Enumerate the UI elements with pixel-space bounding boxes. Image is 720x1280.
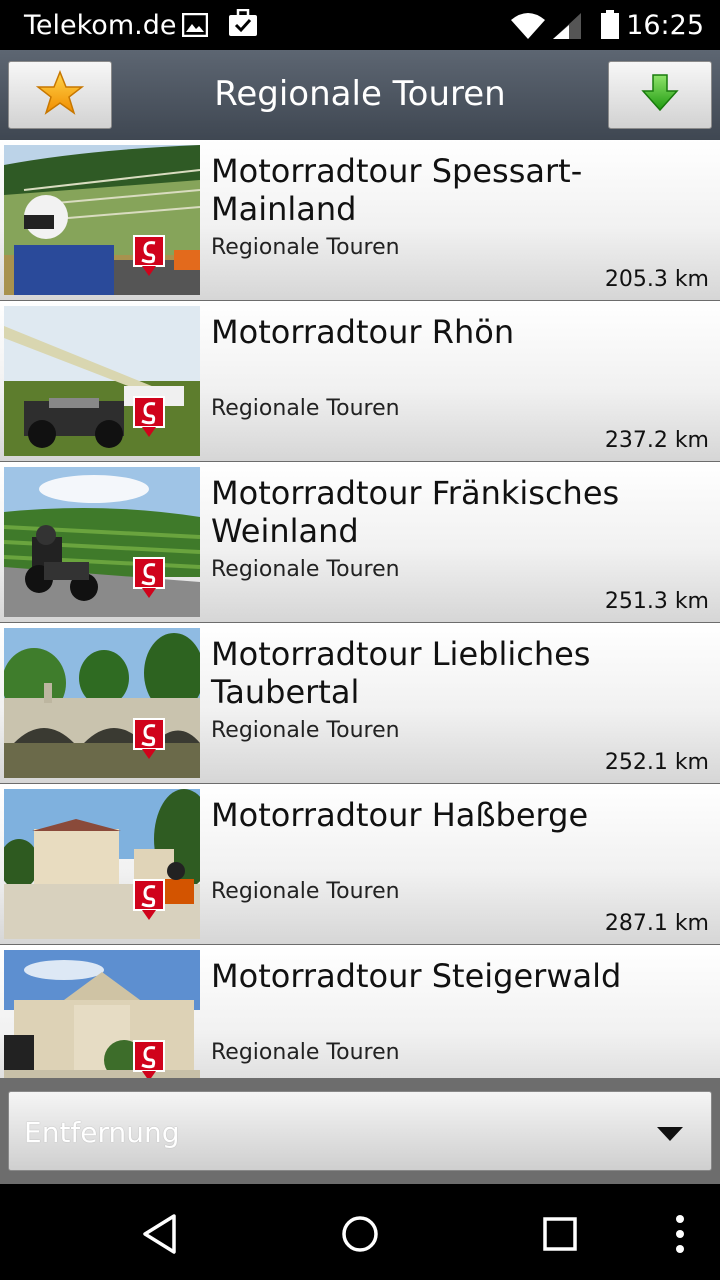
tour-list[interactable]: Motorradtour Spessart-Mainland Regionale… [0,140,720,1078]
tour-logo-icon [133,718,165,760]
tour-category: Regionale Touren [211,718,400,743]
tour-list-item[interactable]: Motorradtour Steigerwald Regionale Toure… [0,945,720,1078]
tour-category: Regionale Touren [211,235,400,260]
battery-icon [600,10,620,45]
clock: 16:25 [626,10,704,41]
tour-distance: 237.2 km [604,428,709,453]
tour-list-item[interactable]: Motorradtour Rhön Regionale Touren 237.2… [0,301,720,462]
download-button[interactable] [608,61,712,129]
carrier-name: Telekom.de [24,10,177,41]
tour-distance: 205.3 km [604,267,709,292]
tour-title: Motorradtour Rhön [211,313,515,351]
wifi-icon [510,12,546,45]
tour-category: Regionale Touren [211,879,400,904]
tour-title: Motorradtour Spessart-Mainland [211,152,583,228]
dropdown-caret-icon [657,1127,683,1141]
tour-thumbnail [4,467,200,617]
tour-distance: 287.1 km [604,911,709,936]
tour-list-item[interactable]: Motorradtour Liebliches Taubertal Region… [0,623,720,784]
tour-thumbnail [4,306,200,456]
tour-thumbnail [4,789,200,939]
home-icon[interactable] [336,1210,384,1258]
tour-list-item[interactable]: Motorradtour Spessart-Mainland Regionale… [0,140,720,301]
briefcase-check-icon [228,8,258,42]
tour-title: Motorradtour Fränkisches Weinland [211,474,620,550]
action-bar: Regionale Touren [0,50,720,140]
overflow-menu-icon[interactable] [656,1210,704,1258]
tour-distance: 252.1 km [604,750,709,775]
system-nav-bar [0,1184,720,1280]
tour-list-item[interactable]: Motorradtour Fränkisches Weinland Region… [0,462,720,623]
tour-category: Regionale Touren [211,557,400,582]
tour-logo-icon [133,879,165,921]
status-bar: Telekom.de 16:25 [0,0,720,50]
tour-logo-icon [133,557,165,599]
tour-list-item[interactable]: Motorradtour Haßberge Regionale Touren 2… [0,784,720,945]
tour-logo-icon [133,235,165,277]
sort-selected-value: Entfernung [24,1116,180,1149]
tour-logo-icon [133,396,165,438]
tour-title: Motorradtour Steigerwald [211,957,622,995]
tour-thumbnail [4,628,200,778]
tour-category: Regionale Touren [211,1040,400,1065]
tour-category: Regionale Touren [211,396,400,421]
recents-icon[interactable] [536,1210,584,1258]
signal-icon [552,12,582,45]
tour-title: Motorradtour Liebliches Taubertal [211,635,591,711]
tour-distance: 251.3 km [604,589,709,614]
back-icon[interactable] [136,1210,184,1258]
download-arrow-icon [640,73,680,118]
tour-thumbnail [4,145,200,295]
tour-title: Motorradtour Haßberge [211,796,589,834]
image-icon [181,12,209,42]
tour-logo-icon [133,1040,165,1078]
tour-thumbnail [4,950,200,1078]
sort-bar: Entfernung [0,1078,720,1184]
sort-dropdown[interactable]: Entfernung [8,1091,712,1171]
